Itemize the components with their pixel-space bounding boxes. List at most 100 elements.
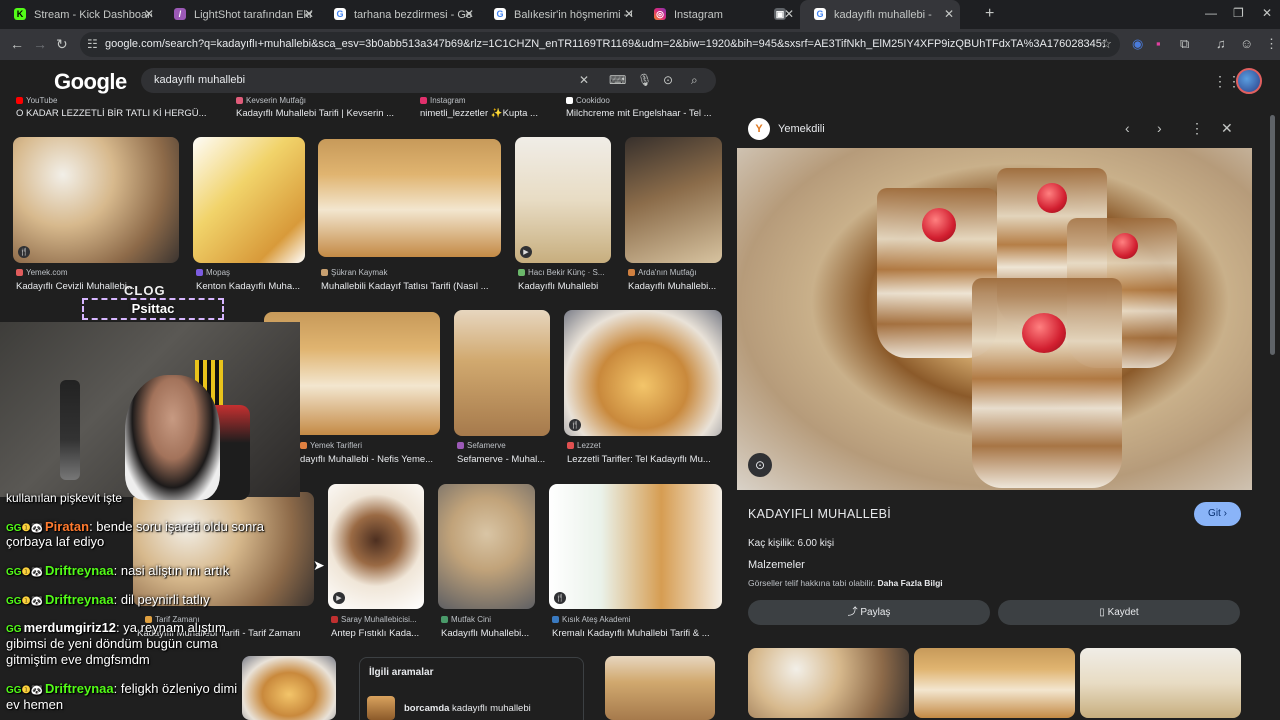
- next-icon[interactable]: ›: [1157, 120, 1162, 136]
- close-tab-icon[interactable]: ✕: [784, 7, 794, 21]
- result-title[interactable]: O KADAR LEZZETLİ BİR TATLI Kİ HERGÜ...: [16, 108, 216, 119]
- extension-icon[interactable]: ▪: [1156, 36, 1161, 51]
- keyboard-icon[interactable]: ⌨: [609, 73, 626, 87]
- tab-instagram[interactable]: ◎ Instagram: [640, 0, 760, 29]
- result-title[interactable]: Sefamerve - Muhal...: [457, 454, 552, 465]
- related-search-item[interactable]: borcamda kadayıflı muhallebi: [404, 703, 531, 714]
- image-result[interactable]: 🍴: [564, 310, 722, 436]
- image-result[interactable]: [605, 656, 715, 720]
- site-icon: [567, 442, 574, 449]
- visit-button[interactable]: Git ›: [1194, 502, 1241, 526]
- result-title[interactable]: Kadayıflı Muhallebi...: [628, 281, 723, 292]
- image-result[interactable]: [318, 139, 501, 257]
- maximize-icon[interactable]: ❐: [1233, 6, 1244, 20]
- more-info-link[interactable]: Daha Fazla Bilgi: [877, 578, 942, 588]
- related-image[interactable]: [748, 648, 909, 718]
- related-search-thumbnail[interactable]: [367, 696, 395, 720]
- tab-kick-dashboard[interactable]: K Stream - Kick Dashboard ✕: [0, 0, 160, 29]
- image-result[interactable]: 🍴: [549, 484, 722, 609]
- related-image[interactable]: [1080, 648, 1241, 718]
- image-result[interactable]: [242, 656, 336, 720]
- result-title[interactable]: Kremalı Kadayıflı Muhallebi Tarifi & ...: [552, 628, 722, 639]
- tab-lightshot[interactable]: / LightShot tarafından Ekran Gör ✕: [160, 0, 320, 29]
- close-tab-icon[interactable]: ✕: [464, 7, 474, 21]
- close-tab-icon[interactable]: ✕: [944, 7, 954, 21]
- account-avatar[interactable]: [1236, 68, 1262, 94]
- tab-strip: K Stream - Kick Dashboard ✕ / LightShot …: [0, 0, 1280, 29]
- chat-message: GG❶🐼 Driftreynaa: dil peynirli tatlıy: [6, 592, 210, 609]
- image-result[interactable]: ▶: [328, 484, 424, 609]
- profile-icon[interactable]: ☺: [1240, 36, 1253, 51]
- previous-icon[interactable]: ‹: [1125, 120, 1130, 136]
- image-result[interactable]: [625, 137, 722, 263]
- result-title[interactable]: nimetli_lezzetler ✨Kupta ...: [420, 108, 560, 119]
- google-icon: G: [494, 8, 506, 20]
- image-result[interactable]: [133, 492, 314, 606]
- result-title[interactable]: Milchcreme mit Engelshaar - Tel ...: [566, 108, 716, 119]
- back-icon[interactable]: ←: [10, 36, 24, 52]
- share-button[interactable]: ⤴ Paylaş: [748, 600, 990, 625]
- chat-message: gibimsi de yeni döndüm bugün cuma: [6, 636, 218, 651]
- image-result[interactable]: [193, 137, 305, 263]
- tab-tarhana[interactable]: G tarhana bezdirmesi - Google'da ✕: [320, 0, 480, 29]
- strawberry: [1037, 183, 1067, 213]
- google-logo[interactable]: Google: [54, 69, 127, 95]
- image-result[interactable]: ▶: [515, 137, 611, 263]
- result-title[interactable]: dayıflı Muhallebi - Nefis Yeme...: [300, 454, 440, 465]
- result-title[interactable]: Kadayıflı Muhallebi Tarifi | Kevserin ..…: [236, 108, 406, 119]
- share-icon: ⤴: [847, 607, 861, 618]
- source-name: Sefamerve: [467, 441, 506, 450]
- new-tab-icon[interactable]: +: [985, 5, 994, 23]
- save-button[interactable]: ▯ Kaydet: [998, 600, 1240, 625]
- result-title[interactable]: Kenton Kadayıflı Muha...: [196, 281, 306, 292]
- source-name: Instagram: [430, 96, 466, 105]
- forward-icon[interactable]: →: [33, 36, 47, 52]
- result-title[interactable]: Lezzetli Tarifler: Tel Kadayıflı Mu...: [567, 454, 722, 465]
- search-icon[interactable]: ⌕: [691, 73, 698, 88]
- lightshot-icon: /: [174, 8, 186, 20]
- clear-icon[interactable]: ✕: [579, 73, 589, 87]
- tab-kadayifli-muhallebi[interactable]: G kadayıflı muhallebi - Google ✕: [800, 0, 960, 29]
- source-name: Hacı Bekir Künç · S...: [528, 268, 605, 277]
- close-panel-icon[interactable]: ✕: [1221, 120, 1233, 137]
- tab-label: Instagram: [674, 8, 723, 21]
- result-title[interactable]: Kadayıflı Muhallebi...: [441, 628, 536, 639]
- scrollbar[interactable]: [1270, 115, 1275, 355]
- result-source: Mopaş: [196, 268, 306, 277]
- close-tab-icon[interactable]: ✕: [304, 7, 314, 21]
- preview-source-name[interactable]: Yemekdili: [778, 123, 825, 135]
- close-window-icon[interactable]: ✕: [1262, 6, 1272, 20]
- menu-icon[interactable]: ⋮: [1265, 36, 1278, 52]
- reload-icon[interactable]: ↻: [56, 36, 68, 53]
- related-searches-box: İlgili aramalar borcamda kadayıflı muhal…: [359, 657, 584, 720]
- tab-hosmerim[interactable]: G Balıkesir'in höşmerimi - Google ✕: [480, 0, 640, 29]
- search-input[interactable]: kadayıflı muhallebi ✕ ⌨ 🎙 ⊙ ⌕: [141, 68, 716, 93]
- bookmark-star-icon[interactable]: ☆: [1100, 36, 1112, 52]
- image-result[interactable]: [438, 484, 535, 609]
- preview-title[interactable]: KADAYIFLI MUHALLEBİ: [748, 507, 891, 521]
- microphone-icon[interactable]: 🎙: [637, 73, 652, 87]
- result-title[interactable]: Antep Fıstıklı Kada...: [331, 628, 426, 639]
- minimize-icon[interactable]: —: [1205, 6, 1217, 20]
- close-tab-icon[interactable]: ✕: [624, 7, 634, 21]
- close-tab-icon[interactable]: ✕: [144, 7, 154, 21]
- result-title[interactable]: Muhallebili Kadayıf Tatlısı Tarifi (Nası…: [321, 281, 501, 292]
- puzzle-icon[interactable]: ⧉: [1180, 36, 1189, 52]
- preview-image[interactable]: ⊙: [737, 148, 1252, 490]
- site-info-icon[interactable]: ☷: [87, 37, 98, 51]
- streamer-name-label: Psittac: [82, 298, 224, 320]
- image-result[interactable]: [454, 310, 550, 436]
- result-source: Mutfak Cini: [441, 615, 536, 624]
- image-result[interactable]: 🍴: [13, 137, 179, 263]
- media-control-icon[interactable]: ♫: [1216, 36, 1226, 51]
- chat-text: çorbaya laf ediyo: [6, 534, 105, 549]
- result-title[interactable]: Kadayıflı Muhallebi: [518, 281, 613, 292]
- more-options-icon[interactable]: ⋮: [1190, 120, 1204, 137]
- lens-icon[interactable]: ⊙: [663, 73, 673, 87]
- url-text: google.com/search?q=kadayıflı+muhallebi&…: [105, 38, 1105, 50]
- lens-search-icon[interactable]: ⊙: [748, 453, 772, 477]
- related-image[interactable]: [914, 648, 1075, 718]
- tab-pinned[interactable]: ▣ ✕: [760, 0, 800, 29]
- extension-icon[interactable]: ◉: [1132, 36, 1143, 52]
- address-input[interactable]: ☷ google.com/search?q=kadayıflı+muhalleb…: [80, 32, 1120, 57]
